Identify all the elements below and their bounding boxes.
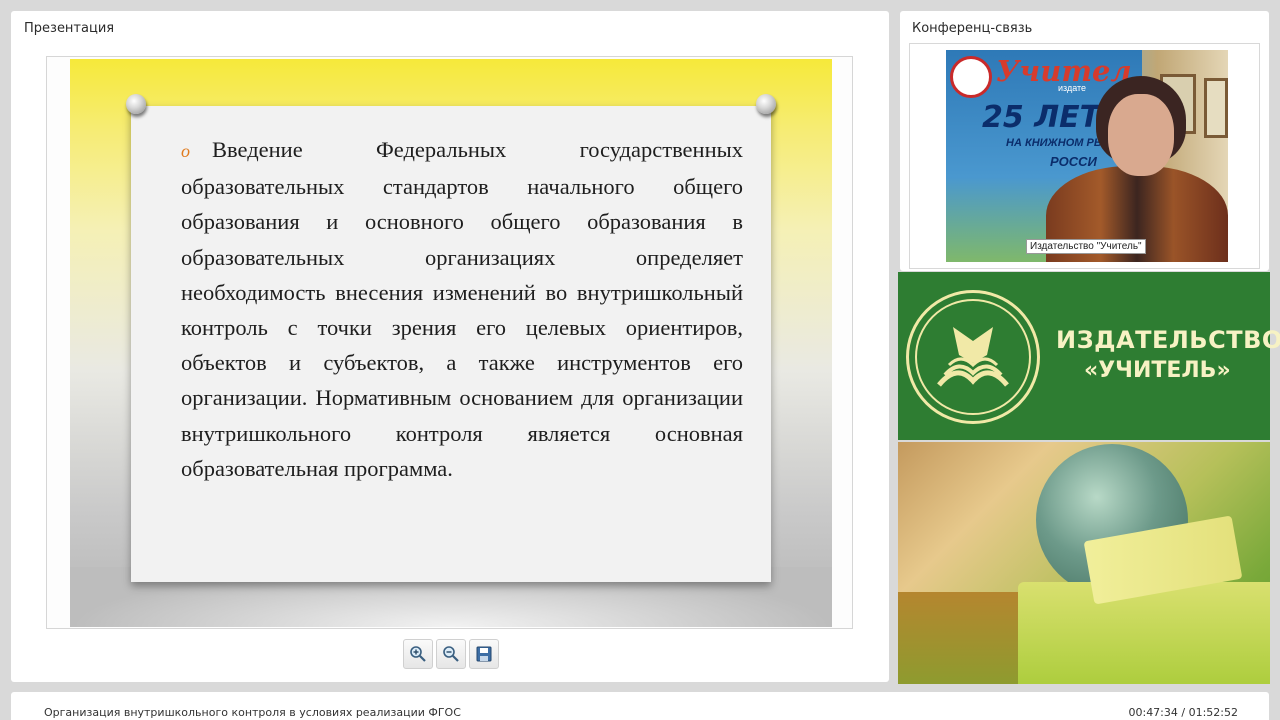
presentation-panel: Презентация o Введение Федеральных госуда… [11, 11, 889, 682]
slide-note-card: o Введение Федеральных государственных об… [126, 94, 776, 582]
publisher-banner: ИЗДАТЕЛЬСТВО «УЧИТЕЛЬ» [898, 272, 1280, 440]
lecture-title: Организация внутришкольного контроля в у… [44, 706, 461, 719]
slide-toolbar [403, 639, 499, 669]
slide: o Введение Федеральных государственных об… [70, 59, 832, 627]
pushpin-icon [753, 94, 779, 124]
playback-time: 00:47:34 / 01:52:52 [1128, 706, 1238, 719]
presentation-title: Презентация [24, 21, 115, 36]
speaker-face [1108, 94, 1174, 176]
conference-title: Конференц-связь [912, 21, 1033, 36]
save-button[interactable] [469, 639, 499, 669]
publisher-name-line-2: «УЧИТЕЛЬ» [1084, 358, 1231, 383]
pushpin-icon [123, 94, 149, 124]
slide-body-text: o Введение Федеральных государственных об… [181, 132, 743, 486]
books-globe-image [898, 442, 1270, 684]
slide-paragraph: Введение Федеральных государственных обр… [181, 137, 743, 481]
wall-frame [1204, 78, 1228, 138]
video-caption: Издательство "Учитель" [1026, 239, 1146, 254]
conference-panel: Конференц-связь Учител издате 25 ЛЕТ НА … [900, 11, 1269, 271]
poster-line-2: РОССИ [1050, 154, 1097, 169]
save-icon [476, 646, 492, 662]
bullet-icon: o [181, 141, 190, 161]
slide-viewer[interactable]: o Введение Федеральных государственных об… [46, 56, 853, 629]
zoom-in-button[interactable] [403, 639, 433, 669]
poster-logo-icon [950, 56, 992, 98]
webcam-video[interactable]: Учител издате 25 ЛЕТ НА КНИЖНОМ РЫН РОСС… [946, 50, 1228, 262]
publisher-name-line-1: ИЗДАТЕЛЬСТВО [1056, 326, 1280, 354]
video-container: Учител издате 25 ЛЕТ НА КНИЖНОМ РЫН РОСС… [909, 43, 1260, 269]
player-footer: Организация внутришкольного контроля в у… [11, 692, 1269, 720]
zoom-out-icon [443, 646, 459, 662]
book-stack-left [898, 592, 1018, 684]
book-stack [1018, 582, 1270, 684]
publisher-logo-icon [906, 290, 1040, 424]
zoom-in-icon [410, 646, 426, 662]
poster-sub: издате [1058, 83, 1087, 93]
poster-headline: 25 ЛЕТ [982, 100, 1101, 135]
zoom-out-button[interactable] [436, 639, 466, 669]
